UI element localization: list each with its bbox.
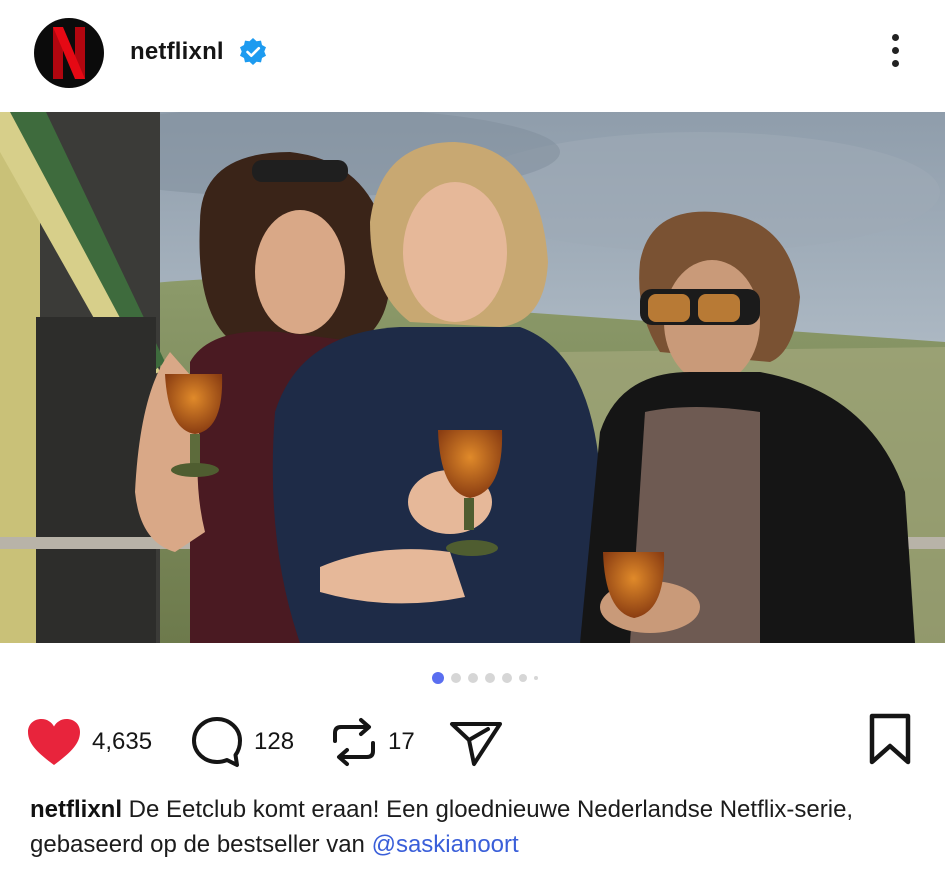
repost-count: 17 xyxy=(388,728,415,755)
like-count: 4,635 xyxy=(92,728,153,755)
post-image[interactable] xyxy=(0,112,945,643)
send-icon xyxy=(450,722,502,766)
comment-icon xyxy=(192,717,242,767)
carousel-indicator xyxy=(0,671,945,685)
caption-mention-link[interactable]: @saskianoort xyxy=(372,831,519,858)
carousel-dot-7[interactable] xyxy=(533,676,538,680)
avatar[interactable] xyxy=(34,18,104,88)
carousel-dot-3[interactable] xyxy=(467,673,478,683)
like-button[interactable]: 4,635 xyxy=(26,712,152,772)
repost-button[interactable]: 17 xyxy=(330,712,415,772)
carousel-dot-5[interactable] xyxy=(501,673,512,683)
action-bar: 4,635 128 17 xyxy=(0,712,945,772)
post-caption: netflixnl De Eetclub komt eraan! Een glo… xyxy=(30,792,920,862)
repost-icon xyxy=(333,718,375,766)
username[interactable]: netflixnl xyxy=(130,38,224,66)
more-options-icon[interactable] xyxy=(880,30,910,76)
carousel-dot-4[interactable] xyxy=(484,673,495,683)
share-button[interactable] xyxy=(448,712,504,772)
heart-icon xyxy=(28,719,80,765)
carousel-dot-2[interactable] xyxy=(450,673,461,683)
verified-badge-icon xyxy=(240,38,266,65)
comment-count: 128 xyxy=(254,728,295,755)
carousel-dot-6[interactable] xyxy=(518,674,527,682)
netflix-logo-icon xyxy=(53,27,85,79)
carousel-dot-1[interactable] xyxy=(431,672,444,684)
caption-username[interactable]: netflixnl xyxy=(30,796,122,823)
bookmark-icon[interactable] xyxy=(866,712,914,768)
comment-button[interactable]: 128 xyxy=(190,712,294,772)
post-header: netflixnl xyxy=(0,0,945,110)
